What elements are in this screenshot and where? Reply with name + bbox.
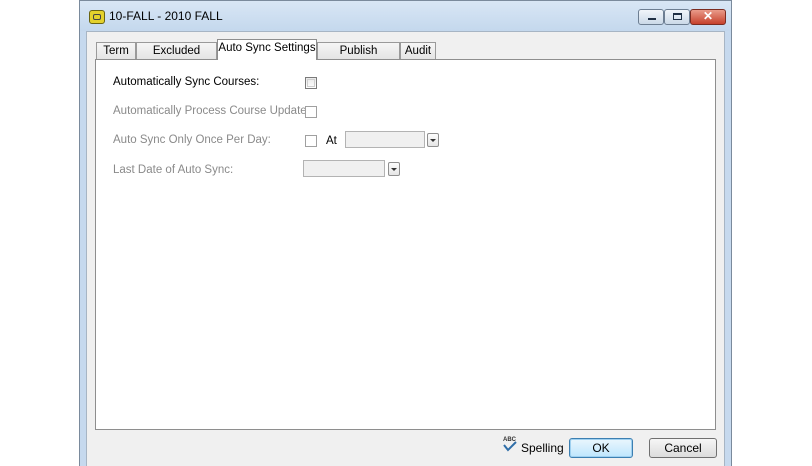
auto-sync-courses-label: Automatically Sync Courses: bbox=[113, 76, 260, 88]
close-icon: ✕ bbox=[702, 9, 714, 23]
sync-time-combo[interactable] bbox=[345, 131, 425, 148]
tab-auto-sync-settings[interactable]: Auto Sync Settings bbox=[217, 39, 317, 60]
ok-button[interactable]: OK bbox=[569, 438, 633, 458]
auto-sync-settings-panel: Automatically Sync Courses: Automaticall… bbox=[95, 59, 716, 430]
once-per-day-checkbox[interactable] bbox=[305, 135, 317, 147]
last-date-dropdown-button[interactable] bbox=[388, 162, 400, 176]
title-bar[interactable]: 10-FALL - 2010 FALL ✕ bbox=[80, 1, 731, 31]
tab-audit[interactable]: Audit bbox=[400, 42, 436, 60]
app-icon bbox=[89, 10, 105, 24]
at-label: At bbox=[326, 135, 337, 147]
tab-excluded-dates[interactable]: Excluded Dates bbox=[136, 42, 217, 74]
maximize-icon bbox=[673, 13, 682, 20]
process-updates-checkbox[interactable] bbox=[305, 106, 317, 118]
close-button[interactable]: ✕ bbox=[690, 9, 726, 25]
abc-check-icon[interactable]: ABC bbox=[502, 435, 518, 453]
last-date-label: Last Date of Auto Sync: bbox=[113, 164, 234, 176]
last-date-combo[interactable] bbox=[303, 160, 385, 177]
tab-term[interactable]: Term bbox=[96, 42, 136, 60]
process-updates-label: Automatically Process Course Updates: bbox=[113, 105, 316, 117]
window-title: 10-FALL - 2010 FALL bbox=[109, 9, 223, 23]
minimize-button[interactable] bbox=[638, 9, 664, 25]
once-per-day-label: Auto Sync Only Once Per Day: bbox=[113, 134, 271, 146]
auto-sync-courses-checkbox[interactable] bbox=[305, 77, 317, 89]
dialog-window: 10-FALL - 2010 FALL ✕ Term Excluded Date… bbox=[79, 0, 732, 466]
tab-publish-settings[interactable]: Publish Settings bbox=[317, 42, 400, 74]
dialog-content: Term Excluded Dates Auto Sync Settings P… bbox=[86, 31, 725, 466]
minimize-icon bbox=[648, 18, 656, 20]
spelling-label[interactable]: Spelling bbox=[521, 441, 564, 455]
maximize-button[interactable] bbox=[664, 9, 690, 25]
sync-time-dropdown-button[interactable] bbox=[427, 133, 439, 147]
cancel-button[interactable]: Cancel bbox=[649, 438, 717, 458]
